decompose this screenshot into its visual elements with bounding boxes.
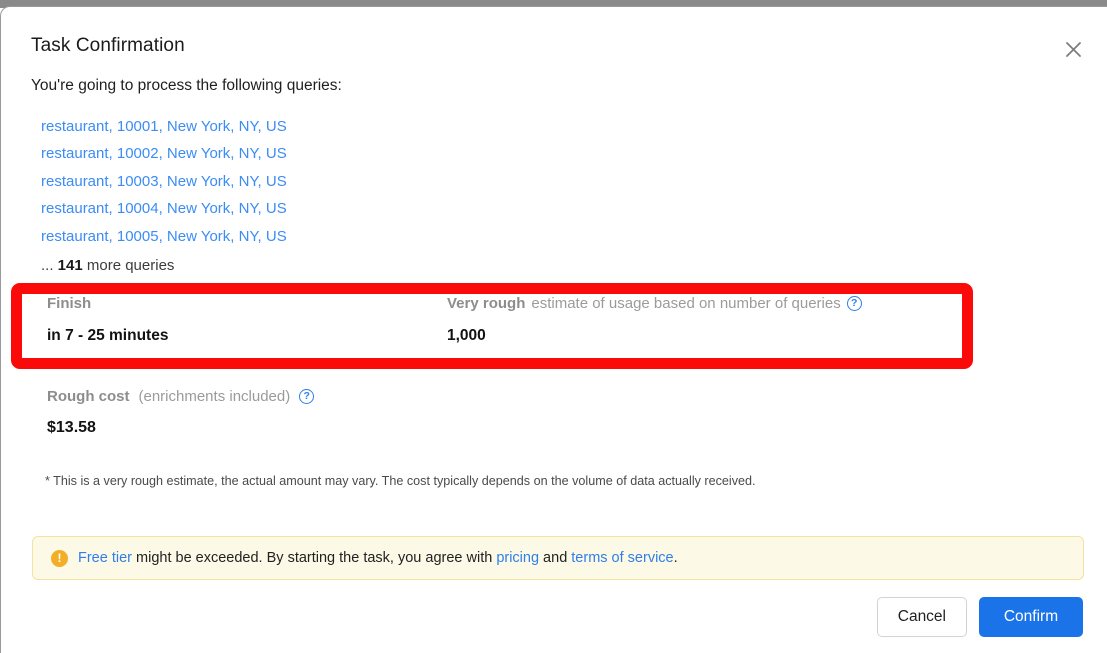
- notice-text-and: and: [539, 550, 572, 566]
- estimate-summary-row: Finish in 7 - 25 minutes Very rough esti…: [1, 295, 961, 359]
- more-queries-count: 141: [57, 257, 83, 275]
- rough-cost-block: Rough cost (enrichments included) ? $13.5…: [47, 388, 315, 437]
- rough-cost-label: Rough cost (enrichments included) ?: [47, 388, 315, 405]
- list-item[interactable]: restaurant, 10005, New York, NY, US: [41, 223, 641, 250]
- intro-text: You're going to process the following qu…: [31, 77, 342, 94]
- notice-text: Free tier might be exceeded. By starting…: [78, 550, 678, 566]
- more-queries-label: ... 141 more queries: [41, 250, 641, 279]
- cost-label-strong: Rough cost: [47, 388, 130, 405]
- help-circle-icon[interactable]: ?: [299, 389, 315, 404]
- warning-icon: !: [51, 549, 68, 567]
- notice-text-end: .: [673, 550, 678, 566]
- usage-estimate: Very rough estimate of usage based on nu…: [447, 295, 862, 345]
- usage-value: 1,000: [447, 327, 486, 344]
- pricing-link[interactable]: pricing: [496, 550, 539, 566]
- dialog-footer: Cancel Confirm: [876, 597, 1083, 637]
- query-list: restaurant, 10001, New York, NY, US rest…: [41, 113, 641, 279]
- list-item[interactable]: restaurant, 10002, New York, NY, US: [41, 140, 641, 167]
- terms-of-service-link[interactable]: terms of service: [571, 550, 673, 566]
- more-prefix: ...: [41, 257, 58, 275]
- cost-label-rest: (enrichments included): [138, 388, 291, 405]
- list-item[interactable]: restaurant, 10001, New York, NY, US: [41, 113, 641, 140]
- rough-cost-value: $13.58: [47, 419, 96, 436]
- list-item[interactable]: restaurant, 10004, New York, NY, US: [41, 195, 641, 222]
- finish-value: in 7 - 25 minutes: [47, 327, 169, 344]
- cancel-button[interactable]: Cancel: [876, 597, 967, 637]
- notice-text-mid: might be exceeded. By starting the task,…: [132, 550, 497, 566]
- finish-estimate: Finish in 7 - 25 minutes: [47, 295, 168, 345]
- free-tier-notice-banner: ! Free tier might be exceeded. By starti…: [32, 536, 1084, 580]
- list-item[interactable]: restaurant, 10003, New York, NY, US: [41, 168, 641, 195]
- disclaimer-text: * This is a very rough estimate, the act…: [45, 474, 756, 488]
- more-suffix: more queries: [82, 257, 175, 275]
- close-icon[interactable]: [1057, 33, 1089, 65]
- help-circle-icon[interactable]: ?: [846, 296, 862, 311]
- task-confirmation-dialog: Task Confirmation You're going to proces…: [0, 6, 1107, 653]
- usage-label: Very rough estimate of usage based on nu…: [447, 295, 862, 312]
- free-tier-link[interactable]: Free tier: [78, 550, 132, 566]
- finish-label: Finish: [47, 295, 92, 312]
- page-title: Task Confirmation: [31, 35, 185, 56]
- confirm-button[interactable]: Confirm: [979, 597, 1083, 637]
- usage-label-strong: Very rough: [447, 295, 526, 312]
- usage-label-rest: estimate of usage based on number of que…: [531, 295, 841, 312]
